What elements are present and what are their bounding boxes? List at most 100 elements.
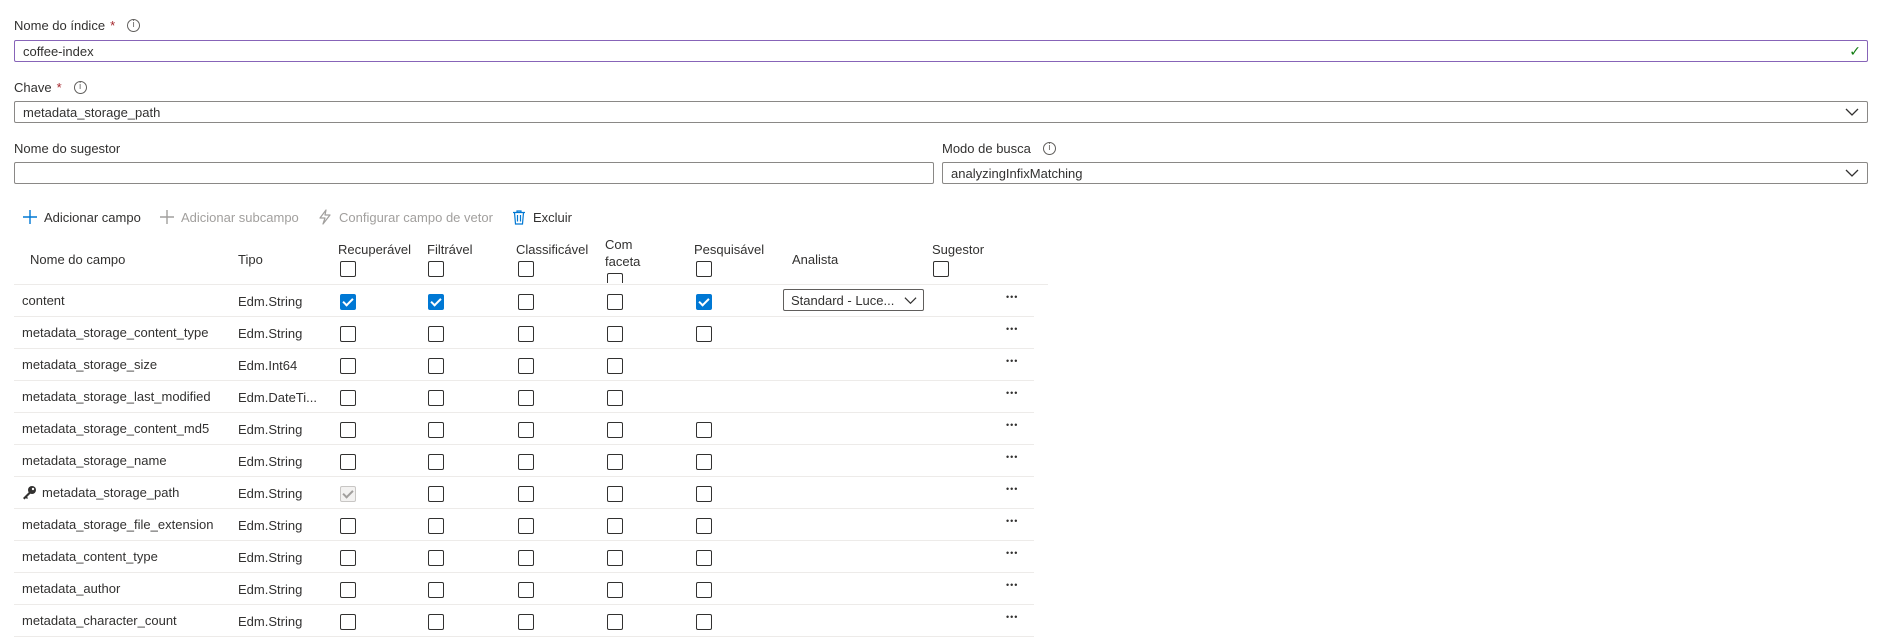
more-icon[interactable]: ••• [1006,324,1018,334]
sortable-checkbox[interactable] [518,358,534,374]
more-icon[interactable]: ••• [1006,548,1018,558]
header-field-name[interactable]: Nome do campo [30,252,125,267]
field-type: Edm.Int64 [238,358,298,373]
searchable-checkbox[interactable] [696,582,712,598]
sortable-checkbox[interactable] [518,614,534,630]
sortable-checkbox[interactable] [518,486,534,502]
facetable-checkbox[interactable] [607,454,623,470]
retrievable-checkbox[interactable] [340,358,356,374]
plus-icon [23,210,37,224]
header-suggester-checkbox[interactable] [933,261,949,277]
filterable-checkbox[interactable] [428,550,444,566]
retrievable-checkbox[interactable] [340,390,356,406]
table-row[interactable]: metadata_storage_name Edm.String ••• [0,445,1060,477]
add-field-button[interactable]: Adicionar campo [22,209,141,225]
sortable-checkbox[interactable] [518,390,534,406]
suggester-name-input[interactable] [14,162,934,184]
table-row[interactable]: metadata_storage_last_modified Edm.DateTi… [0,381,1060,413]
filterable-checkbox[interactable] [428,294,444,310]
searchable-checkbox[interactable] [696,614,712,630]
more-icon[interactable]: ••• [1006,356,1018,366]
more-icon[interactable]: ••• [1006,388,1018,398]
table-row[interactable]: metadata_content_type Edm.String ••• [0,541,1060,573]
add-subfield-button[interactable]: Adicionar subcampo [159,209,299,225]
searchable-checkbox[interactable] [696,454,712,470]
retrievable-checkbox[interactable] [340,550,356,566]
filterable-checkbox[interactable] [428,614,444,630]
table-row[interactable]: metadata_storage_size Edm.Int64 ••• [0,349,1060,381]
sortable-checkbox[interactable] [518,294,534,310]
header-facetable-line1: Com [605,237,633,252]
retrievable-checkbox[interactable] [340,454,356,470]
more-icon[interactable]: ••• [1006,516,1018,526]
sortable-checkbox[interactable] [518,550,534,566]
index-name-input[interactable]: coffee-index ✓ [14,40,1868,62]
facetable-checkbox[interactable] [607,326,623,342]
analyzer-dropdown[interactable]: Standard - Luce... [783,289,924,311]
facetable-checkbox[interactable] [607,422,623,438]
more-icon[interactable]: ••• [1006,452,1018,462]
sortable-checkbox[interactable] [518,454,534,470]
searchable-checkbox[interactable] [696,486,712,502]
configure-vector-field-button[interactable]: Configurar campo de vetor [317,209,493,225]
filterable-checkbox[interactable] [428,486,444,502]
more-icon[interactable]: ••• [1006,420,1018,430]
filterable-checkbox[interactable] [428,582,444,598]
header-filterable-checkbox[interactable] [428,261,444,277]
searchable-checkbox[interactable] [696,422,712,438]
sortable-checkbox[interactable] [518,518,534,534]
table-row[interactable]: metadata_storage_content_type Edm.String •… [0,317,1060,349]
header-facetable-checkbox[interactable] [607,273,623,283]
info-icon[interactable]: i [127,19,141,32]
facetable-checkbox[interactable] [607,486,623,502]
retrievable-checkbox[interactable] [340,326,356,342]
facetable-checkbox[interactable] [607,518,623,534]
header-analyzer[interactable]: Analista [792,252,838,267]
field-name: metadata_character_count [22,613,177,628]
table-row[interactable]: metadata_author Edm.String ••• [0,573,1060,605]
header-searchable-checkbox[interactable] [696,261,712,277]
searchable-checkbox[interactable] [696,518,712,534]
facetable-checkbox[interactable] [607,390,623,406]
filterable-checkbox[interactable] [428,422,444,438]
info-icon[interactable]: i [73,81,87,94]
filterable-checkbox[interactable] [428,358,444,374]
facetable-checkbox[interactable] [607,358,623,374]
searchable-checkbox[interactable] [696,326,712,342]
searchable-checkbox[interactable] [696,294,712,310]
delete-button[interactable]: Excluir [511,209,572,225]
facetable-checkbox[interactable] [607,294,623,310]
more-icon[interactable]: ••• [1006,292,1018,302]
facetable-checkbox[interactable] [607,582,623,598]
more-icon[interactable]: ••• [1006,484,1018,494]
table-row[interactable]: metadata_storage_path Edm.String ••• [0,477,1060,509]
sortable-checkbox[interactable] [518,582,534,598]
sortable-checkbox[interactable] [518,326,534,342]
filterable-checkbox[interactable] [428,326,444,342]
retrievable-checkbox[interactable] [340,294,356,310]
key-dropdown[interactable]: metadata_storage_path [14,101,1868,123]
sortable-checkbox[interactable] [518,422,534,438]
header-retrievable-checkbox[interactable] [340,261,356,277]
table-row[interactable]: content Edm.String Standard - Luce... ••• [0,285,1060,317]
filterable-checkbox[interactable] [428,454,444,470]
retrievable-checkbox[interactable] [340,614,356,630]
more-icon[interactable]: ••• [1006,580,1018,590]
retrievable-checkbox[interactable] [340,518,356,534]
info-icon[interactable]: i [1042,142,1056,155]
retrievable-checkbox[interactable] [340,582,356,598]
searchable-checkbox[interactable] [696,550,712,566]
filterable-checkbox[interactable] [428,390,444,406]
add-subfield-label: Adicionar subcampo [181,209,299,225]
header-sortable-checkbox[interactable] [518,261,534,277]
header-type[interactable]: Tipo [238,252,263,267]
facetable-checkbox[interactable] [607,614,623,630]
filterable-checkbox[interactable] [428,518,444,534]
table-row[interactable]: metadata_storage_content_md5 Edm.String ••… [0,413,1060,445]
retrievable-checkbox[interactable] [340,422,356,438]
table-row[interactable]: metadata_storage_file_extension Edm.Strin… [0,509,1060,541]
table-row[interactable]: metadata_character_count Edm.String ••• [0,605,1060,637]
search-mode-dropdown[interactable]: analyzingInfixMatching [942,162,1868,184]
facetable-checkbox[interactable] [607,550,623,566]
more-icon[interactable]: ••• [1006,612,1018,622]
